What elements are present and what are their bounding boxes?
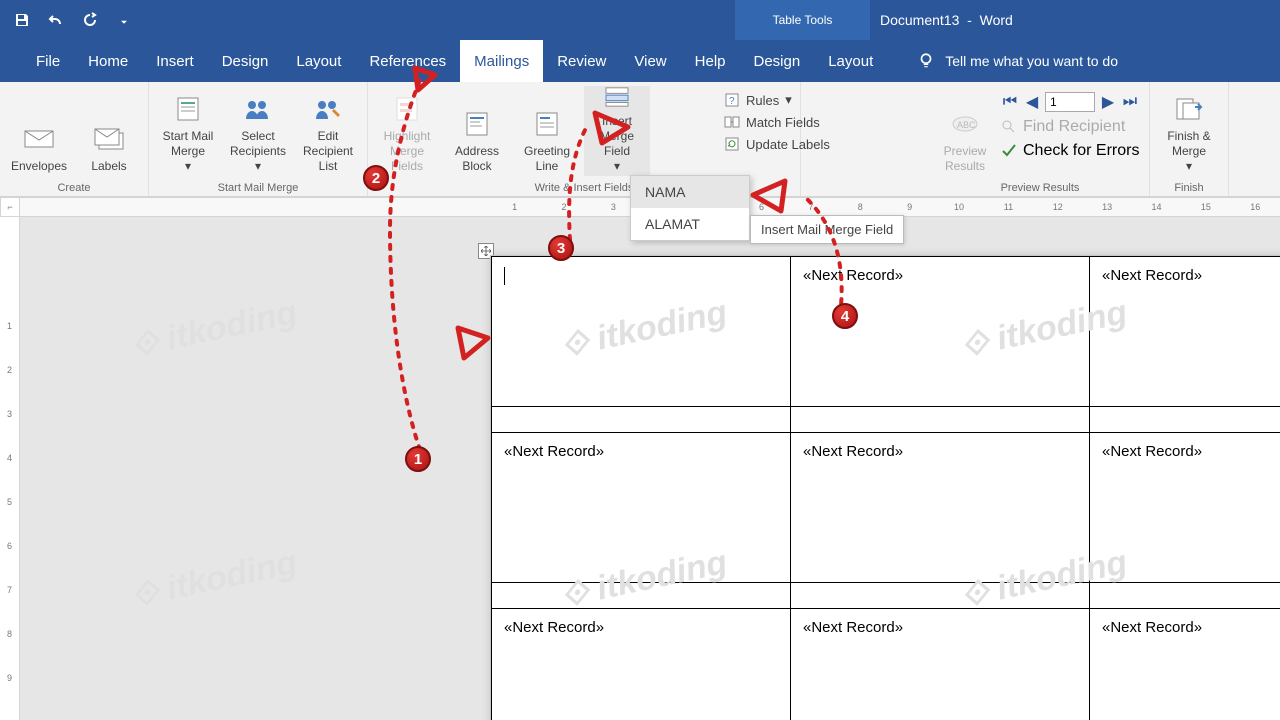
tab-help[interactable]: Help <box>681 40 740 82</box>
rules-icon: ? <box>724 92 740 108</box>
annotation-arrow-1 <box>440 320 520 380</box>
tell-me[interactable]: Tell me what you want to do <box>917 52 1118 70</box>
first-record-icon[interactable]: ⏮ <box>1001 93 1019 111</box>
title-bar: Table Tools Document13 - Word <box>0 0 1280 40</box>
undo-icon[interactable] <box>48 12 64 28</box>
vertical-ruler[interactable]: 123456789 <box>0 197 20 720</box>
tab-file[interactable]: File <box>22 40 74 82</box>
check-errors-button[interactable]: Check for Errors <box>997 142 1143 160</box>
start-mail-merge-button[interactable]: Start Mail Merge ▾ <box>155 86 221 176</box>
group-label-create: Create <box>6 180 142 194</box>
tab-home[interactable]: Home <box>74 40 142 82</box>
chevron-down-icon: ▾ <box>255 159 261 174</box>
annotation-path-1 <box>360 60 480 460</box>
prev-record-icon[interactable]: ◀ <box>1023 93 1041 111</box>
match-fields-button[interactable]: Match Fields <box>724 114 830 130</box>
label-cell[interactable]: «Next Record» <box>791 433 1090 583</box>
annotation-marker-4: 4 <box>832 303 858 329</box>
labels-icon <box>93 125 125 153</box>
label-cell[interactable]: «Next Record» <box>492 609 791 720</box>
chevron-down-icon: ▾ <box>185 159 191 174</box>
update-icon <box>724 136 740 152</box>
edit-recipient-list-button[interactable]: Edit Recipient List <box>295 86 361 176</box>
label-cell[interactable]: «Next Record» <box>1090 257 1280 407</box>
window-title: Document13 - Word <box>880 0 1013 40</box>
annotation-marker-1: 1 <box>405 446 431 472</box>
redo-icon[interactable] <box>82 12 98 28</box>
label-cell[interactable]: «Next Record» <box>492 433 791 583</box>
table-row: «Next Record» «Next Record» <box>492 257 1280 407</box>
finish-icon <box>1173 95 1205 123</box>
find-recipient-button[interactable]: Find Recipient <box>997 118 1143 136</box>
tab-insert[interactable]: Insert <box>142 40 208 82</box>
group-preview-results: ABC Preview Results ⏮ ◀ ▶ ⏭ Find Recipie… <box>931 82 1150 196</box>
record-number-input[interactable] <box>1045 92 1095 112</box>
match-icon <box>724 114 740 130</box>
labels-button[interactable]: Labels <box>76 86 142 176</box>
select-recipients-button[interactable]: Select Recipients ▾ <box>225 86 291 176</box>
preview-icon: ABC <box>949 110 981 138</box>
table-row: «Next Record»«Next Record»«Next Record» <box>492 609 1280 720</box>
finish-merge-button[interactable]: Finish & Merge ▾ <box>1156 86 1222 176</box>
annotation-marker-2: 2 <box>363 165 389 191</box>
chevron-down-icon: ▾ <box>785 92 792 108</box>
group-create: Envelopes Labels Create <box>0 82 149 196</box>
check-icon <box>1001 143 1017 159</box>
label-cell[interactable]: «Next Record» <box>1090 433 1280 583</box>
label-table: «Next Record» «Next Record» «Next Record… <box>491 256 1280 720</box>
ribbon-tabs: File Home Insert Design Layout Reference… <box>0 40 1280 82</box>
context-tab-table-tools: Table Tools <box>735 0 870 40</box>
envelope-icon <box>23 125 55 153</box>
save-icon[interactable] <box>14 12 30 28</box>
tab-design[interactable]: Design <box>208 40 283 82</box>
tab-layout[interactable]: Layout <box>282 40 355 82</box>
tab-table-design[interactable]: Design <box>740 40 815 82</box>
lightbulb-icon <box>917 52 935 70</box>
record-navigator: ⏮ ◀ ▶ ⏭ <box>997 88 1143 112</box>
label-cell[interactable]: «Next Record» <box>1090 609 1280 720</box>
annotation-marker-3: 3 <box>548 235 574 261</box>
table-row <box>492 407 1280 433</box>
edit-recipients-icon <box>312 95 344 123</box>
ruler-corner: ⌐ <box>0 197 20 217</box>
table-row <box>492 583 1280 609</box>
next-record-icon[interactable]: ▶ <box>1099 93 1117 111</box>
svg-text:ABC: ABC <box>957 120 976 130</box>
last-record-icon[interactable]: ⏭ <box>1121 93 1139 111</box>
tab-table-layout[interactable]: Layout <box>814 40 887 82</box>
update-labels-button[interactable]: Update Labels <box>724 136 830 152</box>
group-start-mail-merge: Start Mail Merge ▾ Select Recipients ▾ E… <box>149 82 368 196</box>
recipients-icon <box>242 95 274 123</box>
group-label-start: Start Mail Merge <box>155 180 361 194</box>
document-area: «Next Record» «Next Record» «Next Record… <box>20 217 1280 720</box>
label-cell[interactable]: «Next Record» <box>791 609 1090 720</box>
chevron-down-icon: ▾ <box>1186 159 1192 174</box>
tab-view[interactable]: View <box>620 40 680 82</box>
page[interactable]: «Next Record» «Next Record» «Next Record… <box>490 255 1280 720</box>
rules-button[interactable]: ?Rules ▾ <box>724 92 830 108</box>
page-icon <box>172 95 204 123</box>
search-icon <box>1001 119 1017 135</box>
group-finish: Finish & Merge ▾ Finish <box>1150 82 1229 196</box>
table-row: «Next Record»«Next Record»«Next Record» <box>492 433 1280 583</box>
svg-text:?: ? <box>729 96 735 107</box>
preview-results-button[interactable]: ABC Preview Results <box>937 86 993 176</box>
group-label-preview: Preview Results <box>937 180 1143 194</box>
envelopes-button[interactable]: Envelopes <box>6 86 72 176</box>
annotation-path-2 <box>550 105 670 245</box>
tab-review[interactable]: Review <box>543 40 620 82</box>
qat-dropdown-icon[interactable] <box>116 12 132 28</box>
group-label-finish: Finish <box>1156 180 1222 194</box>
